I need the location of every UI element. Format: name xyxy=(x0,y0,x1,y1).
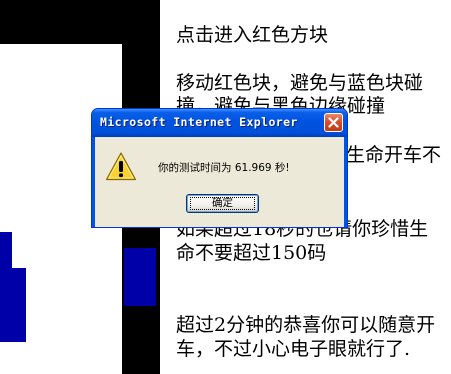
instruction-2min-cont: 车，不过小心电子眼就行了. xyxy=(176,338,411,360)
dialog-title: Microsoft Internet Explorer xyxy=(100,115,298,129)
dialog-message: 你的测试时间为 61.969 秒! xyxy=(158,162,290,174)
dialog-body: 你的测试时间为 61.969 秒! 确定 xyxy=(95,137,344,227)
close-icon xyxy=(328,117,339,128)
instruction-move: 移动红色块，避免与蓝色块碰 xyxy=(176,72,424,94)
close-button[interactable] xyxy=(324,113,343,132)
ok-button[interactable]: 确定 xyxy=(186,194,259,213)
instruction-18s-cont: 命不要超过150码 xyxy=(176,242,327,264)
instruction-start: 点击进入红色方块 xyxy=(176,24,329,46)
game-border-left-band xyxy=(0,14,110,44)
blue-block-left-lower xyxy=(0,268,26,342)
ok-focus-rect xyxy=(190,197,255,210)
instruction-2min: 超过2分钟的恭喜你可以随意开 xyxy=(176,314,436,336)
warning-icon xyxy=(105,152,137,181)
blue-block-right xyxy=(124,248,156,306)
instruction-life: 生命开车不 xyxy=(346,144,442,166)
dialog-title-bar[interactable]: Microsoft Internet Explorer xyxy=(92,109,347,137)
alert-dialog: Microsoft Internet Explorer 你的测试时间为 61.9… xyxy=(91,108,348,228)
